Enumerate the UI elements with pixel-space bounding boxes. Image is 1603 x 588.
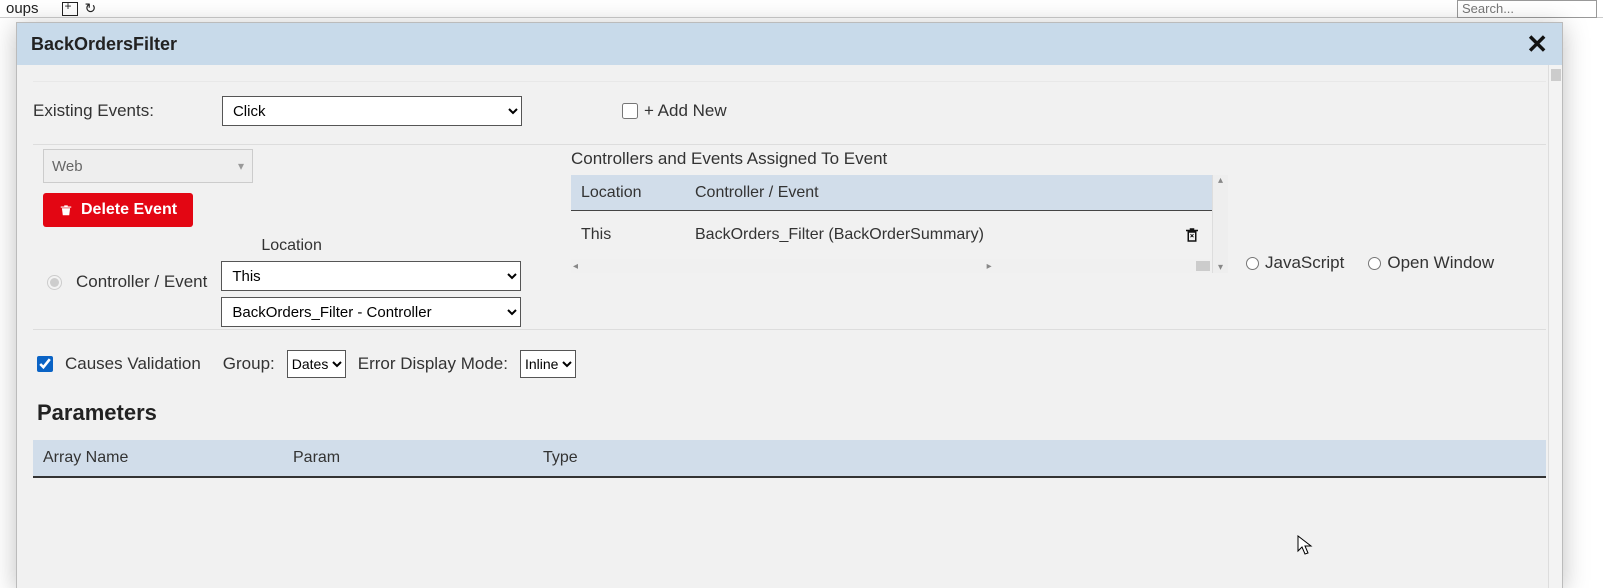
params-head-type: Type bbox=[533, 449, 1546, 467]
assigned-vscroll[interactable]: ▴ ▾ bbox=[1212, 175, 1228, 273]
causes-validation-checkbox[interactable] bbox=[37, 356, 53, 372]
scroll-down-icon[interactable]: ▾ bbox=[1218, 262, 1223, 273]
delete-row-icon bbox=[1183, 224, 1201, 246]
event-editor-dialog: BackOrdersFilter ✕ Existing Events: Clic… bbox=[16, 22, 1563, 588]
options-row: Causes Validation Group: Dates Error Dis… bbox=[37, 350, 1546, 378]
bg-fragment-left: oups bbox=[6, 0, 39, 17]
add-new-checkbox[interactable] bbox=[622, 103, 638, 119]
dialog-title: BackOrdersFilter bbox=[31, 34, 177, 55]
assigned-head-location: Location bbox=[571, 184, 691, 202]
add-box-icon bbox=[62, 2, 78, 16]
assigned-row-controller: BackOrders_Filter (BackOrderSummary) bbox=[691, 226, 1172, 244]
add-new-label: + Add New bbox=[644, 101, 727, 121]
parameters-table-head: Array Name Param Type bbox=[33, 440, 1546, 478]
javascript-radio-label: JavaScript bbox=[1265, 253, 1344, 273]
causes-validation-label: Causes Validation bbox=[65, 354, 201, 374]
location-label: Location bbox=[261, 237, 521, 255]
location-select[interactable]: This bbox=[221, 261, 521, 291]
error-mode-label: Error Display Mode: bbox=[358, 354, 508, 374]
open-window-radio-row[interactable]: Open Window bbox=[1368, 253, 1494, 273]
table-row: This BackOrders_Filter (BackOrderSummary… bbox=[571, 211, 1212, 259]
platform-select[interactable]: Web ▾ bbox=[43, 149, 253, 183]
assigned-table-wrap: Location Controller / Event This BackOrd… bbox=[571, 175, 1228, 273]
chevron-down-icon: ▾ bbox=[238, 159, 244, 173]
assigned-column: Controllers and Events Assigned To Event… bbox=[571, 149, 1228, 327]
javascript-radio-row[interactable]: JavaScript bbox=[1246, 253, 1344, 273]
mouse-cursor-icon bbox=[1297, 535, 1313, 555]
search-input-bg[interactable]: Search... bbox=[1457, 0, 1597, 18]
delete-event-button[interactable]: Delete Event bbox=[43, 193, 193, 227]
trash-icon bbox=[59, 202, 73, 218]
add-new-group: + Add New bbox=[622, 101, 727, 121]
assigned-head-controller: Controller / Event bbox=[691, 184, 1212, 202]
existing-events-select[interactable]: Click bbox=[222, 96, 522, 126]
dialog-body: Existing Events: Click + Add New Web ▾ bbox=[17, 65, 1562, 588]
error-mode-select[interactable]: Inline bbox=[520, 350, 576, 378]
dialog-titlebar: BackOrdersFilter ✕ bbox=[17, 23, 1562, 65]
mid-zone: Web ▾ Delete Event Controller / Event Lo… bbox=[33, 149, 1546, 330]
assigned-table-head: Location Controller / Event bbox=[571, 175, 1212, 211]
scroll-right-icon[interactable]: ▸ bbox=[987, 261, 992, 272]
existing-events-row: Existing Events: Click + Add New bbox=[33, 81, 1546, 145]
group-label: Group: bbox=[223, 354, 275, 374]
controller-event-row: Controller / Event Location This BackOrd… bbox=[47, 237, 553, 327]
platform-selected: Web bbox=[52, 158, 83, 175]
right-radios: JavaScript Open Window bbox=[1246, 149, 1546, 327]
delete-event-label: Delete Event bbox=[81, 201, 177, 219]
group-select[interactable]: Dates bbox=[287, 350, 346, 378]
controller-event-radio[interactable] bbox=[47, 275, 62, 290]
location-stack: Location This BackOrders_Filter - Contro… bbox=[221, 237, 521, 327]
left-column: Web ▾ Delete Event Controller / Event Lo… bbox=[33, 149, 553, 327]
assigned-row-delete[interactable] bbox=[1172, 224, 1212, 246]
assigned-title: Controllers and Events Assigned To Event bbox=[571, 149, 1228, 169]
hscroll-thumb[interactable] bbox=[1196, 261, 1210, 271]
close-icon[interactable]: ✕ bbox=[1526, 29, 1548, 60]
assigned-row-location: This bbox=[571, 226, 691, 244]
background-toolbar: oups ↻ Search... bbox=[0, 0, 1603, 18]
params-head-param: Param bbox=[283, 449, 533, 467]
scroll-up-icon[interactable]: ▴ bbox=[1218, 175, 1223, 186]
existing-events-label: Existing Events: bbox=[33, 101, 154, 121]
controller-event-radio-label: Controller / Event bbox=[76, 272, 207, 292]
refresh-icon: ↻ bbox=[85, 0, 97, 17]
javascript-radio[interactable] bbox=[1246, 257, 1259, 270]
assigned-hscroll[interactable]: ◂ ▸ bbox=[571, 259, 1212, 273]
parameters-title: Parameters bbox=[37, 400, 1546, 426]
controller-select[interactable]: BackOrders_Filter - Controller bbox=[221, 297, 521, 327]
scroll-left-icon[interactable]: ◂ bbox=[573, 261, 578, 272]
params-head-array: Array Name bbox=[33, 449, 283, 467]
open-window-radio-label: Open Window bbox=[1387, 253, 1494, 273]
open-window-radio[interactable] bbox=[1368, 257, 1381, 270]
assigned-table: Location Controller / Event This BackOrd… bbox=[571, 175, 1212, 273]
